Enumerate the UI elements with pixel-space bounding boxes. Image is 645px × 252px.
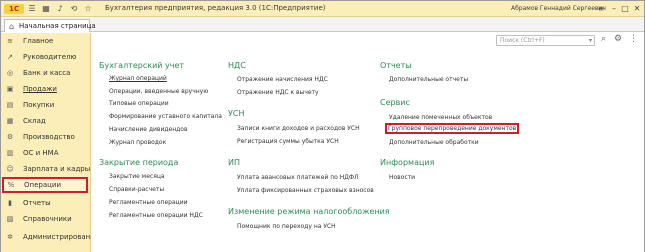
link-typical-operations[interactable]: Типовые операции — [109, 100, 169, 107]
sidebar-item-label: Склад — [23, 117, 46, 125]
coins-icon: ◎ — [6, 69, 14, 77]
link-group-reposting[interactable]: Групповое перепроведение документов — [385, 123, 520, 134]
sidebar-item-directories[interactable]: ▧ Справочники — [1, 211, 90, 227]
sidebar-item-production[interactable]: ⚙ Производство — [1, 129, 90, 145]
link-fixed-contributions[interactable]: Уплата фиксированных страховых взносов — [237, 187, 374, 194]
sidebar-item-label: Отчеты — [23, 199, 51, 207]
settings-icon[interactable]: ⚙ — [614, 34, 622, 44]
tab-home-label: Начальная страница — [19, 22, 96, 30]
report-icon: ▮ — [8, 199, 12, 207]
sidebar-item-manager[interactable]: ↗ Руководителю — [1, 49, 90, 65]
sidebar-item-label: Операции — [24, 181, 61, 189]
section-title-usn: УСН — [228, 109, 245, 118]
operations-icon: % — [7, 181, 15, 189]
search-icon[interactable]: ⌕ — [601, 34, 606, 44]
link-usn-transition-helper[interactable]: Помощник по переходу на УСН — [237, 223, 336, 230]
menu-icon[interactable]: ☰ — [27, 4, 37, 14]
section-title-service: Сервис — [380, 98, 410, 107]
link-dividends[interactable]: Начисление дивидендов — [109, 126, 187, 133]
search-input[interactable]: Поиск (Ctrl+F) ▾ — [496, 35, 595, 46]
maximize-icon[interactable]: □ — [620, 4, 630, 14]
sidebar-item-label: Зарплата и кадры — [23, 165, 91, 173]
sidebar-item-label: Администрирование — [23, 233, 100, 241]
link-income-expense-book[interactable]: Записи книги доходов и расходов УСН — [237, 125, 360, 132]
minimize-icon[interactable]: – — [609, 4, 619, 14]
sidebar-item-assets[interactable]: ▥ ОС и НМА — [1, 145, 90, 161]
link-regulatory-operations-vat[interactable]: Регламентные операции НДС — [109, 212, 203, 219]
section-title-closing: Закрытие периода — [99, 158, 179, 167]
sidebar-item-admin[interactable]: ✲ Администрирование — [1, 229, 99, 245]
link-vat-accrual[interactable]: Отражение начисления НДС — [237, 76, 328, 83]
link-month-closing[interactable]: Закрытие месяца — [109, 173, 165, 180]
link-ndfl-advances[interactable]: Уплата авансовых платежей по НДФЛ — [237, 174, 359, 181]
tab-bar: ⌂ Начальная страница — [1, 17, 644, 32]
link-additional-processing[interactable]: Дополнительные обработки — [389, 139, 479, 146]
warehouse-icon: ▦ — [6, 117, 14, 125]
building-icon: ▥ — [6, 149, 14, 157]
sidebar-item-label: Покупки — [23, 101, 55, 109]
user-name[interactable]: Абрамов Геннадий Сергеевич — [511, 5, 606, 12]
title-bar: 1С ☰ ▦ ♪ ⟲ ☆ Бухгалтерия предприятия, ре… — [1, 1, 644, 17]
sidebar-item-warehouse[interactable]: ▦ Склад — [1, 113, 90, 129]
sidebar-item-purchases[interactable]: ▤ Покупки — [1, 97, 90, 113]
link-delete-marked[interactable]: Удаление помеченных объектов — [389, 114, 492, 121]
app-window: 1С ☰ ▦ ♪ ⟲ ☆ Бухгалтерия предприятия, ре… — [0, 0, 645, 252]
window-title: Бухгалтерия предприятия, редакция 3.0 (1… — [105, 4, 326, 12]
search-placeholder: Поиск (Ctrl+F) — [500, 37, 545, 44]
chart-icon: ↗ — [7, 53, 13, 61]
sidebar-item-sales[interactable]: ▣ Продажи — [1, 81, 90, 97]
sidebar-item-reports[interactable]: ▮ Отчеты — [1, 195, 90, 211]
main-content: Поиск (Ctrl+F) ▾ ⌕ ⚙ ⋮ Бухгалтерский уче… — [91, 33, 644, 252]
link-vat-deduction[interactable]: Отражение НДС к вычету — [237, 89, 319, 96]
sidebar-item-label: Главное — [23, 37, 54, 45]
gear-icon: ✲ — [7, 233, 13, 241]
link-manual-operations[interactable]: Операции, введенные вручную — [109, 88, 208, 95]
bell-icon[interactable]: ♪ — [55, 4, 65, 14]
history-icon[interactable]: ⟲ — [69, 4, 79, 14]
app-logo: 1С — [4, 4, 24, 14]
sidebar-item-payroll[interactable]: ☺ Зарплата и кадры — [1, 161, 90, 177]
basket-icon: ▤ — [6, 101, 14, 109]
menu-icon: ≡ — [7, 37, 13, 45]
favorites-icon[interactable]: ☆ — [83, 4, 93, 14]
sidebar-item-label: Продажи — [23, 85, 57, 93]
link-calculations[interactable]: Справки-расчеты — [109, 186, 164, 193]
section-title-info: Информация — [380, 158, 435, 167]
sidebar-item-label: Справочники — [23, 215, 72, 223]
more-icon[interactable]: ⋮ — [629, 34, 638, 44]
chevron-down-icon[interactable]: ▾ — [589, 37, 592, 44]
sidebar-item-label: Банк и касса — [23, 69, 71, 77]
more-icon[interactable]: ≡ — [596, 4, 606, 14]
tab-home[interactable]: ⌂ Начальная страница — [4, 19, 96, 32]
sidebar-item-label: Производство — [23, 133, 75, 141]
book-icon: ▧ — [6, 215, 14, 223]
sidebar-item-operations[interactable]: % Операции — [2, 177, 88, 193]
grid-icon[interactable]: ▦ — [41, 4, 51, 14]
section-title-accounting: Бухгалтерский учет — [99, 61, 185, 70]
cart-icon: ▣ — [6, 85, 14, 93]
people-icon: ☺ — [6, 165, 14, 173]
factory-icon: ⚙ — [6, 133, 14, 141]
sidebar-item-label: Руководителю — [23, 53, 77, 61]
link-operations-journal[interactable]: Журнал операций — [109, 75, 167, 82]
link-news[interactable]: Новости — [389, 174, 415, 181]
section-title-ip: ИП — [228, 158, 240, 167]
close-icon[interactable]: ✕ — [632, 4, 642, 14]
link-additional-reports[interactable]: Дополнительные отчеты — [389, 76, 468, 83]
sidebar: ≡ Главное ↗ Руководителю ◎ Банк и касса … — [1, 33, 99, 252]
link-regulatory-operations[interactable]: Регламентные операции — [109, 199, 188, 206]
section-title-vat: НДС — [228, 61, 246, 70]
section-title-reports: Отчеты — [380, 61, 412, 70]
home-icon: ⌂ — [9, 22, 15, 31]
sidebar-item-bank[interactable]: ◎ Банк и касса — [1, 65, 90, 81]
sidebar-item-label: ОС и НМА — [23, 149, 59, 157]
sidebar-item-main[interactable]: ≡ Главное — [1, 33, 90, 49]
link-entries-journal[interactable]: Журнал проводок — [109, 139, 166, 146]
link-capital-formation[interactable]: Формирование уставного капитала — [109, 113, 222, 120]
link-loss-registration[interactable]: Регистрация суммы убытка УСН — [237, 138, 339, 145]
section-title-regime: Изменение режима налогообложения — [228, 207, 390, 216]
